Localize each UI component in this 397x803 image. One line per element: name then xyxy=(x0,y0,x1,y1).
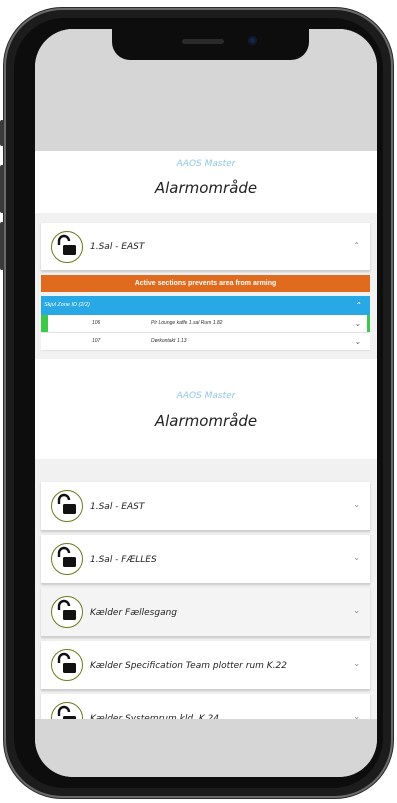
chevron-down-icon[interactable]: ⌄ xyxy=(353,659,360,668)
section-status-indicator-right xyxy=(367,315,370,332)
first-block-title: Alarmområde xyxy=(154,179,258,197)
second-block-header: AAOS Master Alarmområde xyxy=(35,359,377,459)
chevron-down-icon[interactable]: ⌄ xyxy=(354,333,361,350)
chevron-down-icon[interactable]: ⌄ xyxy=(353,553,360,562)
zone-toggle-label: Skjul Zone ID (2/2) xyxy=(44,302,90,308)
speaker-grille xyxy=(182,39,224,44)
open-padlock-icon xyxy=(51,596,83,628)
first-block-header: AAOS Master Alarmområde xyxy=(35,151,377,213)
mute-switch xyxy=(0,120,4,146)
section-status-indicator-left xyxy=(41,315,48,332)
area-card-expanded[interactable]: 1.Sal - EAST ⌃ xyxy=(41,223,370,271)
bottom-gray-area xyxy=(35,719,377,777)
volume-up-button xyxy=(0,165,4,213)
section-row[interactable]: 106 Pir Lounge kaffe 1.sal Rum 1.82 ⌄ xyxy=(41,315,370,333)
chevron-down-icon[interactable]: ⌄ xyxy=(354,315,361,332)
area-card[interactable]: 1.Sal - EAST ⌄ xyxy=(41,482,370,531)
area-card[interactable]: 1.Sal - FÆLLES ⌄ xyxy=(41,535,370,584)
first-block-subtitle: AAOS Master xyxy=(176,159,236,169)
phone-notch xyxy=(112,29,309,60)
volume-down-button xyxy=(0,222,4,270)
open-padlock-icon xyxy=(51,543,83,575)
area-label: Kælder Fællesgang xyxy=(90,608,178,618)
phone-screen: AAOS Master Alarmområde 1.Sal - EAST ⌃ A… xyxy=(35,29,377,777)
section-row[interactable]: 107 Dørkontakt 1.13 ⌄ xyxy=(41,333,370,351)
section-id: 106 xyxy=(92,320,101,326)
open-padlock-icon xyxy=(51,231,83,263)
second-block-title: Alarmområde xyxy=(154,412,258,430)
area-label: 1.Sal - EAST xyxy=(90,502,145,512)
section-id: 107 xyxy=(92,338,101,344)
zone-toggle-bar[interactable]: Skjul Zone ID (2/2) ⌃ xyxy=(41,296,370,315)
warning-banner: Active sections prevents area from armin… xyxy=(41,275,370,292)
app-content: AAOS Master Alarmområde 1.Sal - EAST ⌃ A… xyxy=(35,151,377,743)
section-name: Pir Lounge kaffe 1.sal Rum 1.82 xyxy=(151,320,223,326)
area-label: Kælder Specification Team plotter rum K.… xyxy=(90,661,287,671)
chevron-down-icon[interactable]: ⌄ xyxy=(353,606,360,615)
chevron-up-icon[interactable]: ⌃ xyxy=(353,241,360,250)
section-name: Dørkontakt 1.13 xyxy=(151,338,187,344)
chevron-down-icon[interactable]: ⌄ xyxy=(353,500,360,509)
open-padlock-icon xyxy=(51,490,83,522)
chevron-up-icon: ⌃ xyxy=(354,301,361,310)
front-camera xyxy=(248,36,257,45)
area-card[interactable]: Kælder Specification Team plotter rum K.… xyxy=(41,641,370,690)
area-label: 1.Sal - FÆLLES xyxy=(90,555,157,565)
open-padlock-icon xyxy=(51,649,83,681)
second-block-subtitle: AAOS Master xyxy=(176,391,236,401)
area-card[interactable]: Kælder Fællesgang ⌄ xyxy=(41,588,370,637)
area-label: 1.Sal - EAST xyxy=(90,242,145,252)
